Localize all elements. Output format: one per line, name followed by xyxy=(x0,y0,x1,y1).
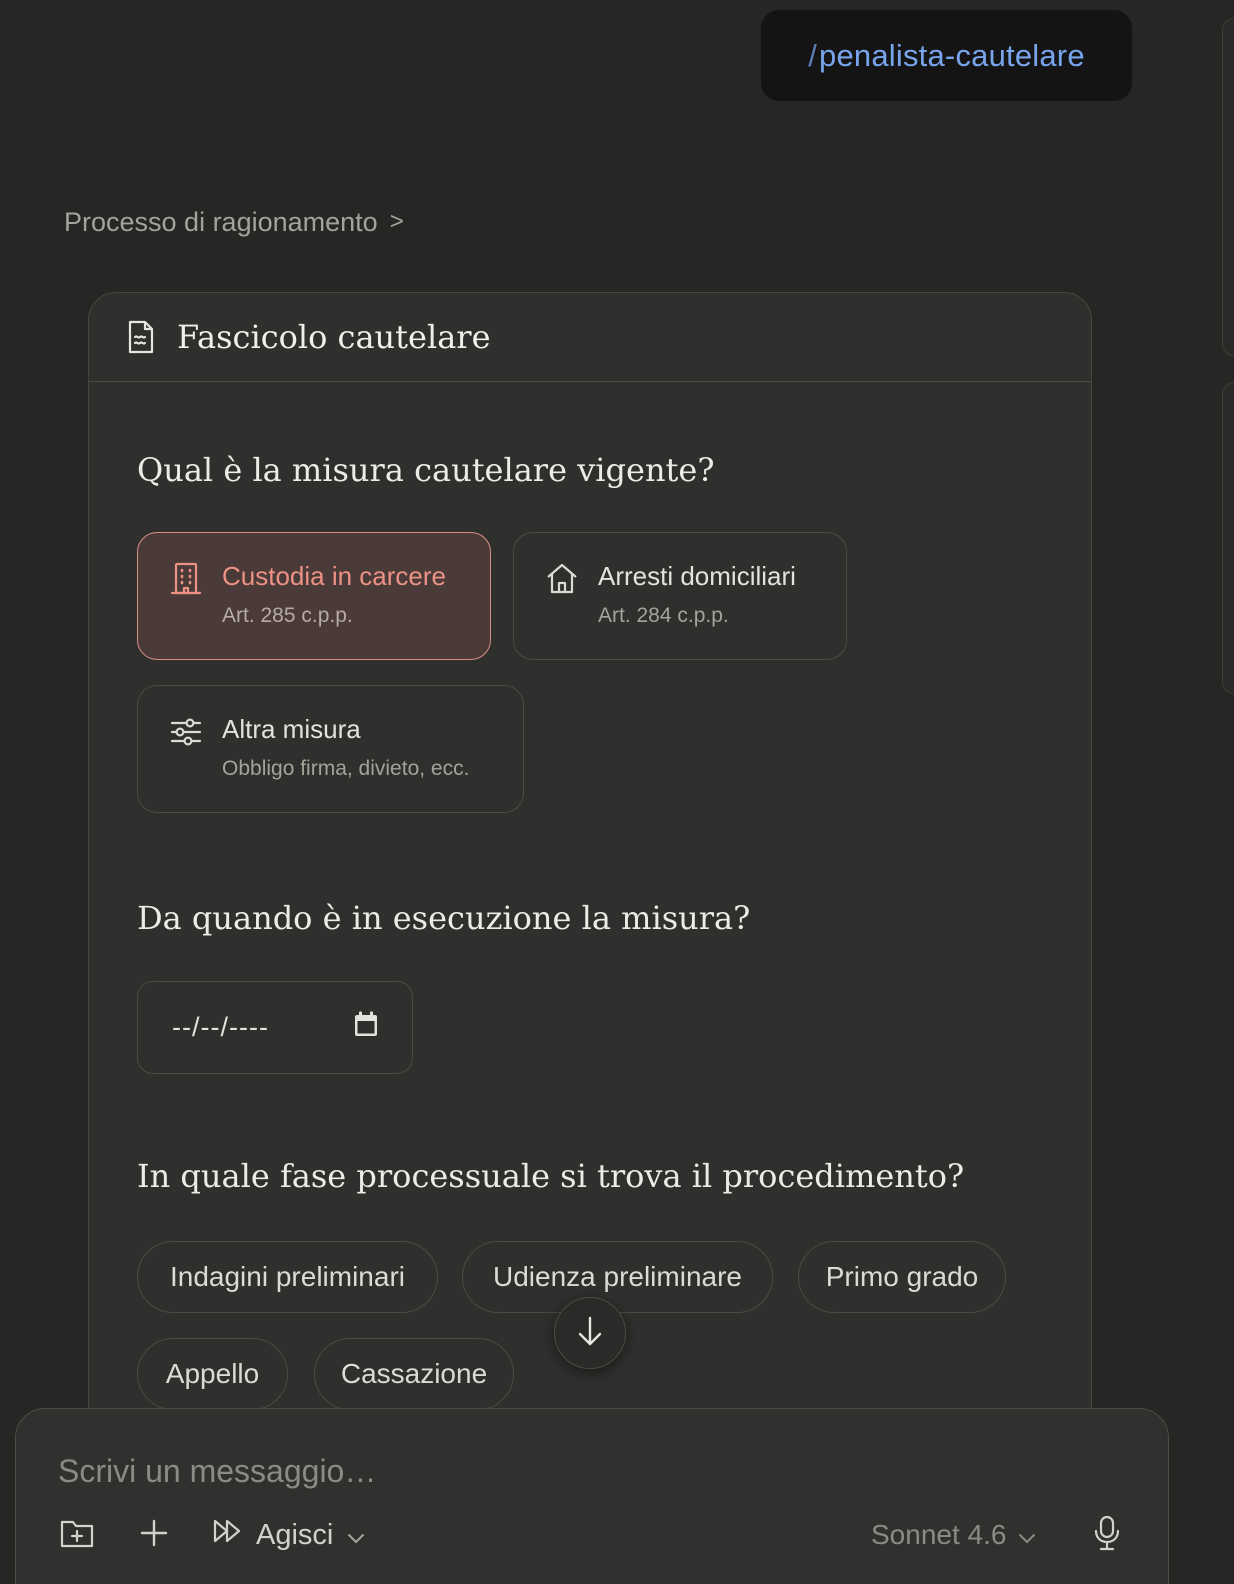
question-start-date: Da quando è in esecuzione la misura? xyxy=(137,899,751,937)
side-panel-edge xyxy=(1222,382,1234,694)
card-title: Fascicolo cautelare xyxy=(177,318,491,356)
microphone-icon xyxy=(1094,1515,1120,1556)
question-measure: Qual è la misura cautelare vigente? xyxy=(137,451,715,489)
scroll-down-button[interactable] xyxy=(554,1297,626,1369)
calendar-icon[interactable] xyxy=(354,1011,378,1044)
option-label: Custodia in carcere xyxy=(222,561,446,591)
reasoning-label: Processo di ragionamento xyxy=(64,206,378,237)
model-label: Sonnet 4.6 xyxy=(871,1519,1007,1550)
form-card: Fascicolo cautelare Qual è la misura cau… xyxy=(88,292,1092,1452)
chip-appello[interactable]: Appello xyxy=(137,1338,288,1410)
home-icon xyxy=(544,561,580,597)
option-sublabel: Obbligo firma, divieto, ecc. xyxy=(222,757,470,780)
chevron-down-icon xyxy=(1018,1519,1036,1551)
chip-indagini-preliminari[interactable]: Indagini preliminari xyxy=(137,1241,438,1313)
mode-label: Agisci xyxy=(256,1518,334,1551)
option-sublabel: Art. 284 c.p.p. xyxy=(598,604,729,627)
chip-udienza-preliminare[interactable]: Udienza preliminare xyxy=(462,1241,773,1313)
arrow-down-icon xyxy=(576,1315,604,1352)
date-value: --/--/---- xyxy=(172,1012,269,1042)
chevron-down-icon xyxy=(347,1519,365,1552)
document-icon xyxy=(127,320,155,354)
sliders-icon xyxy=(168,714,204,750)
slash-prefix: / xyxy=(808,37,818,73)
reasoning-toggle[interactable]: Processo di ragionamento > xyxy=(64,204,404,240)
option-altra-misura[interactable]: Altra misura Obbligo firma, divieto, ecc… xyxy=(137,685,524,813)
option-label: Altra misura xyxy=(222,714,361,744)
mode-selector[interactable]: Agisci xyxy=(212,1513,365,1557)
plus-icon xyxy=(140,1519,168,1552)
command-text: penalista-cautelare xyxy=(819,37,1085,73)
microphone-button[interactable] xyxy=(1094,1513,1120,1557)
model-selector[interactable]: Sonnet 4.6 xyxy=(871,1513,1036,1557)
add-button[interactable] xyxy=(140,1513,168,1557)
side-panel-edge xyxy=(1222,18,1234,356)
date-input[interactable]: --/--/---- xyxy=(137,981,413,1074)
add-folder-button[interactable] xyxy=(60,1513,94,1557)
option-label: Arresti domiciliari xyxy=(598,561,796,591)
option-arresti-domiciliari[interactable]: Arresti domiciliari Art. 284 c.p.p. xyxy=(513,532,847,660)
message-input[interactable]: Scrivi un messaggio… xyxy=(58,1453,376,1490)
option-custodia-carcere[interactable]: Custodia in carcere Art. 285 c.p.p. xyxy=(137,532,491,660)
message-composer: Scrivi un messaggio… Agisci Sonnet 4.6 xyxy=(15,1408,1169,1584)
card-header: Fascicolo cautelare xyxy=(89,293,1091,382)
chip-cassazione[interactable]: Cassazione xyxy=(314,1338,514,1410)
folder-plus-icon xyxy=(60,1518,94,1553)
option-sublabel: Art. 285 c.p.p. xyxy=(222,604,353,627)
user-message-bubble: / penalista-cautelare xyxy=(761,10,1132,101)
question-phase: In quale fase processuale si trova il pr… xyxy=(137,1157,965,1195)
chevron-right-icon: > xyxy=(389,208,404,235)
building-icon xyxy=(168,561,204,597)
fast-forward-icon xyxy=(212,1517,242,1553)
chip-primo-grado[interactable]: Primo grado xyxy=(798,1241,1006,1313)
